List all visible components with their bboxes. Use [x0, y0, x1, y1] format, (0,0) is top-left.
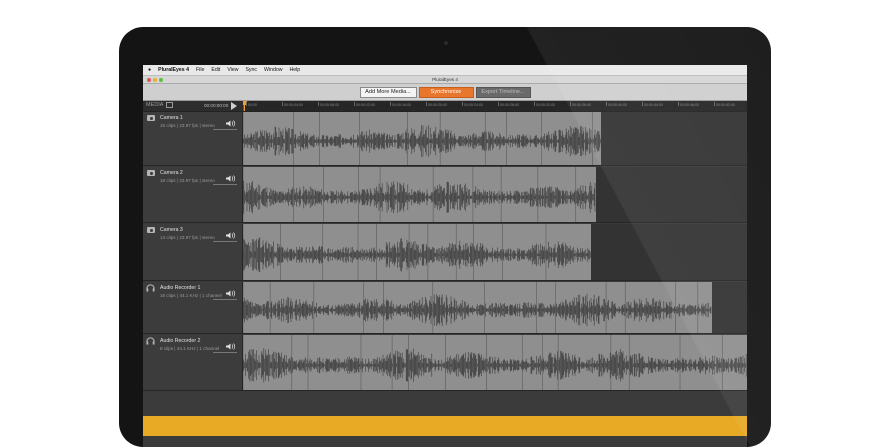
track-lane[interactable]: [243, 282, 747, 334]
camera-icon: [147, 115, 155, 121]
headphones-icon: [146, 337, 155, 345]
volume-icon[interactable]: [226, 175, 236, 182]
track-header[interactable]: Camera 3 13 clips | 23.97 fps | stereo: [143, 224, 243, 281]
volume-icon[interactable]: [226, 343, 236, 350]
menu-file[interactable]: File: [196, 67, 204, 73]
webcam: [444, 41, 448, 45]
window-title: PluralEyes 4: [432, 77, 458, 82]
clip-strip[interactable]: [243, 112, 601, 165]
volume-icon[interactable]: [226, 290, 236, 297]
camera-icon: [147, 170, 155, 176]
timeline-ruler[interactable]: 00:00 00:00:04:00 00:00:08:00 00:00:12:00 00…: [242, 101, 747, 111]
ruler-tick: 00:00:28:00: [498, 102, 519, 107]
clip-strip[interactable]: [243, 167, 596, 222]
track-lane[interactable]: [243, 112, 747, 166]
volume-slider[interactable]: [213, 129, 237, 130]
menu-edit[interactable]: Edit: [211, 67, 220, 73]
track-4[interactable]: Audio Recorder 1 16 clips | 44.1 KHz | 1 …: [143, 282, 747, 334]
media-label: MEDIA: [146, 102, 174, 108]
waveform: [243, 224, 591, 280]
track-meta: 18 clips | 23.97 fps | stereo: [160, 178, 215, 183]
track-lane[interactable]: [243, 167, 747, 223]
volume-slider[interactable]: [213, 184, 237, 185]
headphones-icon: [146, 284, 155, 292]
zoom-window-button[interactable]: [159, 77, 163, 82]
status-bar: [143, 416, 747, 436]
volume-slider[interactable]: [213, 299, 237, 300]
ruler-tick: 00:00:08:00: [318, 102, 339, 107]
track-meta: 16 clips | 44.1 KHz | 1 channel: [160, 293, 222, 298]
track-list: Camera 1 15 clips | 23.97 fps | stereo Cam…: [143, 112, 747, 402]
menu-app-name[interactable]: PluralEyes 4: [158, 67, 189, 73]
ruler-tick: 00:00:52:00: [714, 102, 735, 107]
ruler-tick: 00:00:04:00: [282, 102, 303, 107]
waveform: [243, 167, 596, 222]
ruler-tick: 00:00:24:00: [462, 102, 483, 107]
window-titlebar: PluralEyes 4: [143, 76, 747, 84]
track-3[interactable]: Camera 3 13 clips | 23.97 fps | stereo: [143, 224, 747, 281]
laptop-bezel: ● PluralEyes 4 File Edit View Sync Windo…: [119, 27, 771, 447]
camera-icon: [147, 227, 155, 233]
timeline-header: MEDIA 00:00:00:00 00:00 00:00:04:00 00:00:…: [143, 101, 747, 112]
track-name: Audio Recorder 2: [160, 338, 201, 344]
clip-strip[interactable]: [243, 282, 712, 333]
track-name: Camera 1: [160, 115, 183, 121]
menu-help[interactable]: Help: [289, 67, 300, 73]
timecode-display: 00:00:00:00: [204, 103, 229, 108]
track-name: Audio Recorder 1: [160, 285, 201, 291]
ruler-tick: 00:00:12:00: [354, 102, 375, 107]
menu-view[interactable]: View: [227, 67, 238, 73]
menu-window[interactable]: Window: [264, 67, 282, 73]
clip-strip[interactable]: [243, 335, 747, 390]
close-window-button[interactable]: [147, 77, 151, 82]
track-name: Camera 3: [160, 227, 183, 233]
ruler-tick: 00:00:44:00: [642, 102, 663, 107]
track-header[interactable]: Audio Recorder 2 8 clips | 44.1 KHz | 1 c…: [143, 335, 243, 391]
track-1[interactable]: Camera 1 15 clips | 23.97 fps | stereo: [143, 112, 747, 166]
volume-icon[interactable]: [226, 120, 236, 127]
window-controls: [147, 77, 165, 82]
ruler-tick: 00:00:20:00: [426, 102, 447, 107]
track-header[interactable]: Camera 1 15 clips | 23.97 fps | stereo: [143, 112, 243, 166]
ruler-tick: 00:00:36:00: [570, 102, 591, 107]
waveform: [243, 282, 712, 333]
add-more-media-button[interactable]: Add More Media...: [359, 86, 417, 98]
synchronize-button[interactable]: Synchronize: [418, 86, 474, 98]
ruler-tick: 00:00:16:00: [390, 102, 411, 107]
ruler-tick: 00:00:32:00: [534, 102, 555, 107]
track-lane[interactable]: [243, 224, 747, 281]
track-name: Camera 2: [160, 170, 183, 176]
volume-slider[interactable]: [213, 352, 237, 353]
toolbar: Add More Media... Synchronize Export Tim…: [143, 84, 747, 101]
minimize-window-button[interactable]: [153, 77, 157, 82]
apple-menu-icon[interactable]: ●: [148, 67, 151, 73]
track-meta: 8 clips | 44.1 KHz | 1 channel: [160, 346, 220, 351]
track-meta: 13 clips | 23.97 fps | stereo: [160, 235, 215, 240]
menu-bar: ● PluralEyes 4 File Edit View Sync Windo…: [143, 65, 747, 76]
volume-icon[interactable]: [226, 232, 236, 239]
track-header[interactable]: Camera 2 18 clips | 23.97 fps | stereo: [143, 167, 243, 223]
track-2[interactable]: Camera 2 18 clips | 23.97 fps | stereo: [143, 167, 747, 223]
track-meta: 15 clips | 23.97 fps | stereo: [160, 123, 215, 128]
clip-strip[interactable]: [243, 224, 591, 280]
menu-sync[interactable]: Sync: [245, 67, 257, 73]
play-icon[interactable]: [231, 102, 237, 110]
app-screen: ● PluralEyes 4 File Edit View Sync Windo…: [143, 65, 747, 447]
monitor-icon[interactable]: [166, 102, 174, 108]
ruler-tick: 00:00: [246, 102, 257, 107]
media-label-text: MEDIA: [146, 102, 164, 108]
track-header[interactable]: Audio Recorder 1 16 clips | 44.1 KHz | 1 …: [143, 282, 243, 334]
ruler-tick: 00:00:40:00: [606, 102, 627, 107]
volume-slider[interactable]: [213, 241, 237, 242]
track-5[interactable]: Audio Recorder 2 8 clips | 44.1 KHz | 1 c…: [143, 335, 747, 391]
ruler-tick: 00:00:48:00: [678, 102, 699, 107]
track-lane[interactable]: [243, 335, 747, 391]
export-timeline-button[interactable]: Export Timeline...: [475, 86, 531, 98]
waveform: [243, 335, 747, 390]
waveform: [243, 112, 601, 165]
